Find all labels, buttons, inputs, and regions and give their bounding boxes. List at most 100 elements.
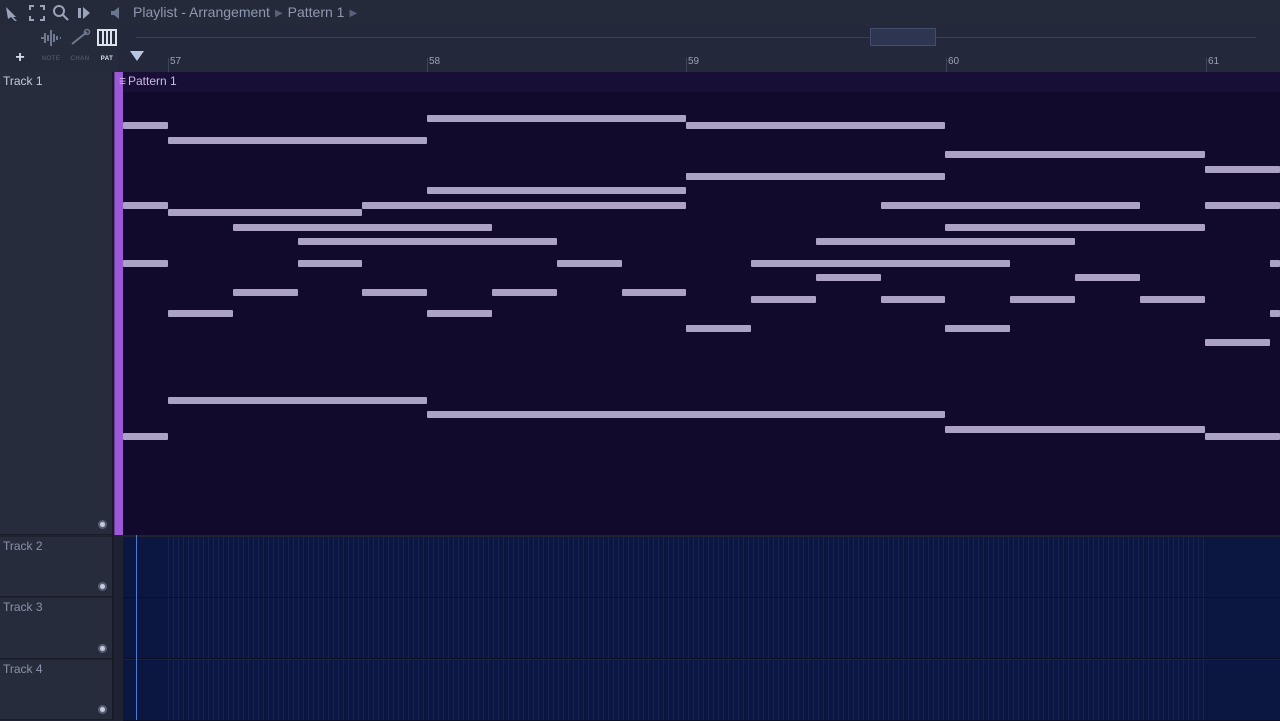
title-bar: Playlist - Arrangement ▶ Pattern 1 ▶ (0, 0, 1280, 27)
playlist-toolbar: + NOTE CHAN PAT (0, 26, 118, 72)
midi-note (945, 426, 1205, 433)
midi-note (123, 122, 168, 129)
midi-note (168, 137, 427, 144)
midi-note (123, 433, 168, 440)
midi-note (686, 122, 945, 129)
midi-note (945, 325, 1010, 332)
midi-note (427, 310, 492, 317)
audio-wave-icon (38, 28, 64, 50)
track-lane-2[interactable] (123, 537, 1280, 598)
breadcrumb-pattern[interactable]: Pattern 1 (288, 4, 345, 20)
track-mute-knob[interactable] (98, 644, 107, 653)
bar-number-59: 59 (688, 56, 700, 67)
midi-note (686, 325, 751, 332)
breadcrumb: Playlist - Arrangement ▶ Pattern 1 ▶ (133, 4, 362, 20)
chan-mode-label: CHAN (70, 56, 90, 62)
midi-note (362, 202, 686, 209)
zoom-icon[interactable] (52, 4, 70, 22)
midi-note (123, 260, 168, 267)
midi-note (298, 238, 557, 245)
pattern-clip[interactable]: ☰ Pattern 1 (119, 72, 1280, 535)
lane-texture (168, 598, 1208, 658)
track-name[interactable]: Track 1 (3, 74, 43, 88)
track-header-3[interactable]: Track 3 (0, 598, 112, 659)
breadcrumb-playlist[interactable]: Playlist - Arrangement (133, 4, 270, 20)
lane-texture (168, 537, 1208, 597)
midi-note (168, 310, 233, 317)
fullscreen-icon[interactable] (28, 4, 46, 22)
track-lane-3[interactable] (123, 598, 1280, 659)
midi-note (1075, 274, 1140, 281)
clip-menu-icon[interactable]: ☰ (119, 77, 127, 86)
bar-tick (946, 58, 947, 72)
midi-note (816, 238, 1075, 245)
clip-handle[interactable] (114, 72, 123, 535)
chan-mode-button[interactable]: CHAN (67, 28, 93, 62)
bar-tick (1206, 58, 1207, 72)
add-track-button[interactable]: + (12, 50, 28, 66)
midi-note (751, 260, 1010, 267)
speaker-icon[interactable] (108, 4, 126, 22)
bar-number-60: 60 (948, 56, 960, 67)
midi-note (881, 202, 1140, 209)
bar-tick (686, 58, 687, 72)
pat-mode-label: PAT (100, 56, 114, 62)
midi-note (686, 173, 945, 180)
midi-note (492, 289, 557, 296)
midi-note (622, 289, 686, 296)
midi-note (298, 260, 362, 267)
clip-title-bar[interactable]: ☰ Pattern 1 (119, 72, 1280, 92)
midi-note (1270, 310, 1280, 317)
chevron-right-icon[interactable]: ▶ (349, 8, 357, 19)
track-lane-4[interactable] (123, 660, 1280, 721)
track-name[interactable]: Track 2 (3, 539, 43, 553)
midi-note (1205, 202, 1280, 209)
playback-cursor (136, 535, 137, 720)
midi-note (945, 224, 1205, 231)
midi-note (751, 296, 816, 303)
midi-note (168, 209, 362, 216)
automation-curve-icon (67, 28, 93, 50)
track-header-2[interactable]: Track 2 (0, 537, 112, 597)
pat-mode-button[interactable]: PAT (94, 28, 120, 62)
midi-note (427, 187, 686, 194)
timeline-ruler[interactable]: 57 58 59 60 61 (118, 26, 1280, 72)
horizontal-scrollbar[interactable] (136, 37, 1256, 38)
bar-number-57: 57 (170, 56, 182, 67)
track-mute-knob[interactable] (98, 705, 107, 714)
track-header-4[interactable]: Track 4 (0, 660, 112, 720)
track-name[interactable]: Track 3 (3, 600, 43, 614)
track-name[interactable]: Track 4 (3, 662, 43, 676)
hint-arrow-icon[interactable] (4, 4, 22, 22)
bar-number-61: 61 (1208, 56, 1220, 67)
note-mode-label: NOTE (41, 56, 61, 62)
midi-note (557, 260, 622, 267)
midi-note (427, 115, 686, 122)
chevron-right-icon: ▶ (274, 8, 283, 19)
playhead-marker-icon[interactable] (130, 51, 144, 61)
bar-tick (427, 58, 428, 72)
bar-tick (168, 58, 169, 72)
midi-note (1205, 166, 1280, 173)
midi-note (816, 274, 881, 281)
midi-note (233, 224, 492, 231)
midi-note (1270, 260, 1280, 267)
track-mute-knob[interactable] (98, 520, 107, 529)
note-mode-button[interactable]: NOTE (38, 28, 64, 62)
midi-note (362, 289, 427, 296)
scrollbar-thumb[interactable] (870, 28, 936, 46)
bar-number-58: 58 (429, 56, 441, 67)
midi-note (1140, 296, 1205, 303)
clip-title: Pattern 1 (128, 74, 177, 88)
midi-note (168, 397, 427, 404)
midi-note (1205, 433, 1280, 440)
track-header-1[interactable]: Track 1 (0, 72, 112, 535)
play-slice-icon[interactable] (76, 4, 94, 22)
midi-note (233, 289, 298, 296)
track-mute-knob[interactable] (98, 582, 107, 591)
lane-texture (168, 660, 1208, 720)
midi-note (881, 296, 945, 303)
midi-note (1205, 339, 1270, 346)
midi-note (123, 202, 168, 209)
midi-note (945, 151, 1205, 158)
